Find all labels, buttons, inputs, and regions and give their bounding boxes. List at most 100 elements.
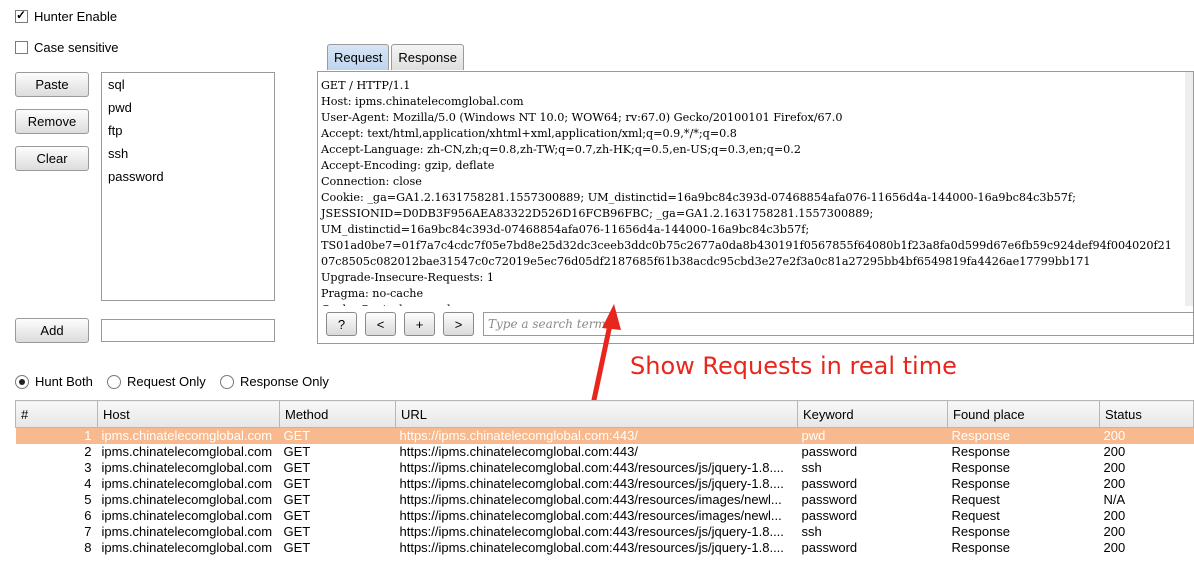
radio-unselected-icon[interactable] <box>220 374 234 389</box>
table-cell: 8 <box>84 540 92 555</box>
table-cell: ssh <box>801 524 822 539</box>
keyword-input[interactable] <box>101 319 275 342</box>
table-cell: ssh <box>801 460 822 475</box>
column-header[interactable]: Keyword <box>797 400 948 428</box>
response-only-label: Response Only <box>240 374 329 389</box>
table-cell: password <box>801 540 858 555</box>
request-line: Upgrade-Insecure-Requests: 1 <box>321 271 494 284</box>
table-cell: ipms.chinatelecomglobal.com <box>101 540 273 555</box>
list-item[interactable]: pwd <box>102 96 274 119</box>
results-table[interactable]: # Host Method URL Keyword Found place St… <box>15 400 1194 556</box>
clear-button[interactable]: Clear <box>15 146 89 171</box>
request-line: Accept-Language: zh-CN,zh;q=0.8,zh-TW;q=… <box>321 143 801 156</box>
table-cell: 200 <box>1103 476 1126 491</box>
list-item[interactable]: password <box>102 165 274 188</box>
table-cell: Response <box>951 524 1011 539</box>
table-row[interactable]: 5 ipms.chinatelecomglobal.com GET https://i… <box>16 492 1194 508</box>
table-cell: password <box>801 476 858 491</box>
tab-request[interactable]: Request <box>327 44 390 70</box>
remove-button[interactable]: Remove <box>15 109 89 134</box>
column-header[interactable]: Status <box>1099 400 1194 428</box>
checkbox-unchecked-icon[interactable] <box>15 41 28 54</box>
table-cell: N/A <box>1103 492 1126 507</box>
column-header[interactable]: # <box>15 400 98 428</box>
list-item[interactable]: ftp <box>102 119 274 142</box>
table-row[interactable]: 1 ipms.chinatelecomglobal.com GET https://i… <box>15 427 1194 444</box>
keyword-list[interactable]: sql pwd ftp ssh password <box>101 72 275 301</box>
tab-response[interactable]: Response <box>391 44 464 70</box>
add-button[interactable]: Add <box>15 318 89 343</box>
table-cell: GET <box>283 524 311 539</box>
table-row[interactable]: 7 ipms.chinatelecomglobal.com GET https://i… <box>16 524 1194 540</box>
column-header[interactable]: Method <box>279 400 396 428</box>
radio-selected-icon[interactable] <box>15 374 29 389</box>
message-tabs: Request Response <box>327 44 464 70</box>
table-cell: ipms.chinatelecomglobal.com <box>101 476 273 491</box>
list-item[interactable]: ssh <box>102 142 274 165</box>
table-cell: 3 <box>84 460 92 475</box>
help-button[interactable]: ? <box>326 312 357 336</box>
checkbox-checked-icon[interactable] <box>15 8 28 23</box>
table-cell: 5 <box>84 492 92 507</box>
annotation-text: Show Requests in real time <box>630 352 957 380</box>
table-cell: https://ipms.chinatelecomglobal.com:443/… <box>399 476 784 491</box>
request-line: JSESSIONID=D0DB3F956AEA83322D526D16FCB96… <box>321 207 874 220</box>
column-header[interactable]: Host <box>97 400 280 428</box>
response-only-radio[interactable]: Response Only <box>220 374 329 389</box>
table-cell: GET <box>283 444 311 459</box>
table-header: # Host Method URL Keyword Found place St… <box>15 400 1194 428</box>
add-search-button[interactable]: + <box>404 312 435 336</box>
table-cell: pwd <box>797 427 948 444</box>
request-line: User-Agent: Mozilla/5.0 (Windows NT 10.0… <box>321 111 843 124</box>
table-cell: ipms.chinatelecomglobal.com <box>101 524 273 539</box>
table-cell: 1 <box>15 427 98 444</box>
table-row[interactable]: 4 ipms.chinatelecomglobal.com GET https://i… <box>16 476 1194 492</box>
table-cell: GET <box>283 508 311 523</box>
case-sensitive-checkbox[interactable]: Case sensitive <box>15 40 119 55</box>
request-line: Accept-Encoding: gzip, deflate <box>321 159 495 172</box>
table-cell: password <box>801 492 858 507</box>
table-cell: Request <box>951 492 1000 507</box>
table-cell: ipms.chinatelecomglobal.com <box>101 460 273 475</box>
paste-button[interactable]: Paste <box>15 72 89 97</box>
request-line: UM_distinctid=16a9bc84c393d-07468854afa0… <box>321 223 810 236</box>
hunter-enable-checkbox[interactable]: Hunter Enable <box>15 8 118 24</box>
column-header[interactable]: URL <box>395 400 798 428</box>
request-line: GET / HTTP/1.1 <box>321 79 411 92</box>
table-cell: password <box>801 508 858 523</box>
table-cell: GET <box>283 492 311 507</box>
table-cell: https://ipms.chinatelecomglobal.com:443/… <box>399 540 784 555</box>
table-cell: GET <box>283 460 311 475</box>
request-only-radio[interactable]: Request Only <box>107 374 206 389</box>
next-button[interactable]: > <box>443 312 474 336</box>
table-cell: 200 <box>1103 508 1126 523</box>
table-cell: https://ipms.chinatelecomglobal.com:443/… <box>399 492 782 507</box>
table-row[interactable]: 3 ipms.chinatelecomglobal.com GET https://i… <box>16 460 1194 476</box>
vertical-scrollbar[interactable] <box>1185 72 1193 306</box>
table-cell: ipms.chinatelecomglobal.com <box>101 492 273 507</box>
table-row[interactable]: 2 ipms.chinatelecomglobal.com GET https://i… <box>16 444 1194 460</box>
hunter-enable-label: Hunter Enable <box>34 9 118 24</box>
request-viewer[interactable]: GET / HTTP/1.1 Host: ipms.chinatelecomglo… <box>317 71 1194 344</box>
table-cell: https://ipms.chinatelecomglobal.com:443/ <box>395 427 798 444</box>
request-only-label: Request Only <box>127 374 206 389</box>
table-row[interactable]: 6 ipms.chinatelecomglobal.com GET https://i… <box>16 508 1194 524</box>
table-cell: ipms.chinatelecomglobal.com <box>101 508 273 523</box>
table-cell: 2 <box>84 444 92 459</box>
table-cell: Request <box>951 508 1000 523</box>
column-header[interactable]: Found place <box>947 400 1100 428</box>
hunt-both-label: Hunt Both <box>35 374 93 389</box>
request-line: TS01ad0be7=01f7a7c4cdc7f05e7bd8e25d32dc3… <box>321 239 1172 252</box>
table-cell: 200 <box>1103 460 1126 475</box>
table-cell: 200 <box>1103 524 1126 539</box>
table-cell: https://ipms.chinatelecomglobal.com:443/… <box>399 524 784 539</box>
radio-unselected-icon[interactable] <box>107 374 121 389</box>
table-cell: https://ipms.chinatelecomglobal.com:443/… <box>399 508 782 523</box>
table-row[interactable]: 8 ipms.chinatelecomglobal.com GET https://i… <box>16 540 1194 556</box>
request-line: Cookie: _ga=GA1.2.1631758281.1557300889;… <box>321 191 1076 204</box>
list-item[interactable]: sql <box>102 73 274 96</box>
table-cell: Response <box>951 540 1011 555</box>
hunt-both-radio[interactable]: Hunt Both <box>15 374 93 389</box>
table-cell: 200 <box>1103 444 1126 459</box>
previous-button[interactable]: < <box>365 312 396 336</box>
